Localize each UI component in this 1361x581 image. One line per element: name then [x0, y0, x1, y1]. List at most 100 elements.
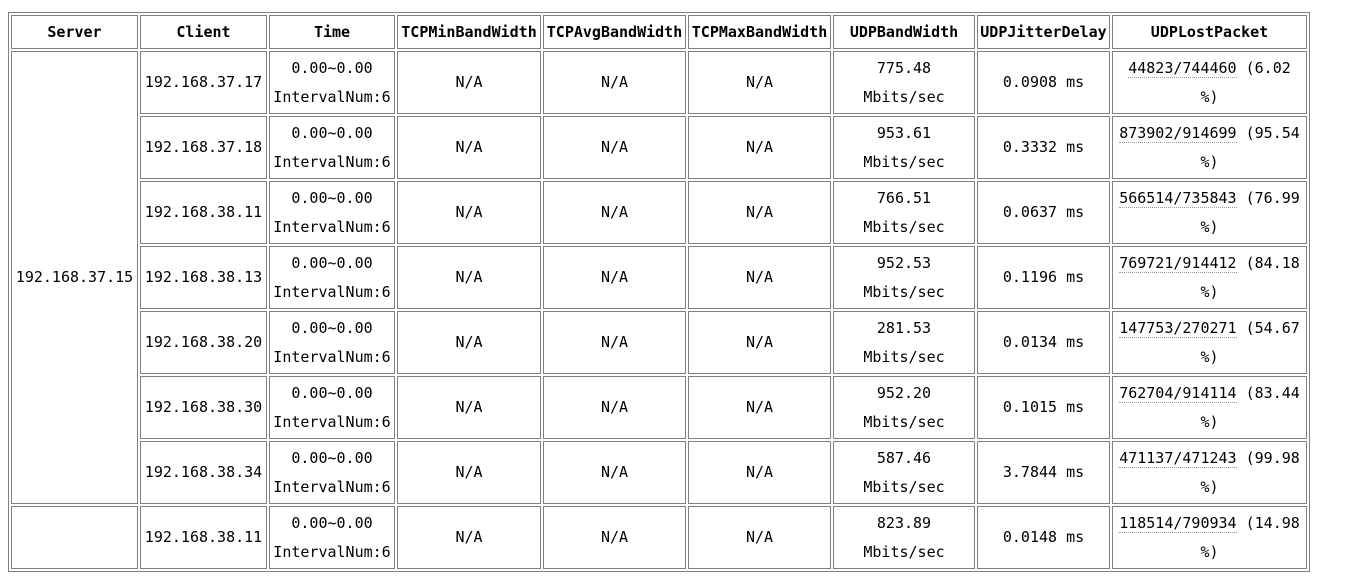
header-time: Time: [269, 15, 395, 49]
tcp-max-bandwidth-cell: N/A: [688, 116, 831, 179]
lost-packet-count: 118514/790934: [1119, 513, 1237, 533]
lost-packet-line: 118514/790934 (14.98: [1114, 509, 1305, 538]
header-server: Server: [11, 15, 138, 49]
udp-bandwidth-value: 766.51: [876, 188, 932, 207]
tcp-max-bandwidth-cell: N/A: [688, 181, 831, 244]
time-cell: 0.00~0.00 IntervalNum:6: [269, 181, 395, 244]
lost-packet-percent: (95.54: [1245, 123, 1300, 142]
lost-packet-percent: (84.18: [1245, 253, 1300, 272]
interval-num-text: IntervalNum:6: [273, 347, 391, 366]
server-cell: 192.168.37.15: [11, 51, 138, 504]
udp-bandwidth-unit: Mbits/sec: [863, 542, 945, 561]
udp-bandwidth-value: 775.48: [876, 58, 932, 77]
time-range-text: 0.00~0.00: [291, 123, 373, 142]
time-cell: 0.00~0.00 IntervalNum:6: [269, 506, 395, 569]
tcp-avg-bandwidth-cell: N/A: [543, 506, 686, 569]
interval-num-text: IntervalNum:6: [273, 542, 391, 561]
udp-lost-packet-cell: 762704/914114 (83.44%): [1112, 376, 1307, 439]
tcp-avg-bandwidth-cell: N/A: [543, 246, 686, 309]
client-cell: 192.168.37.18: [140, 116, 267, 179]
lost-packet-percent-suffix: %): [1200, 347, 1219, 366]
udp-lost-packet-cell: 118514/790934 (14.98%): [1112, 506, 1307, 569]
tcp-avg-bandwidth-cell: N/A: [543, 181, 686, 244]
time-range-text: 0.00~0.00: [291, 188, 373, 207]
lost-packet-count: 147753/270271: [1119, 318, 1237, 338]
server-cell: [11, 506, 138, 569]
time-range-text: 0.00~0.00: [291, 448, 373, 467]
udp-bandwidth-unit: Mbits/sec: [863, 347, 945, 366]
lost-packet-percent: (83.44: [1245, 383, 1300, 402]
udp-bandwidth-cell: 953.61 Mbits/sec: [833, 116, 975, 179]
udp-bandwidth-value: 587.46: [876, 448, 932, 467]
lost-packet-line: 566514/735843 (76.99: [1114, 184, 1305, 213]
report-body: 192.168.37.15 192.168.37.17 0.00~0.00 Inter…: [11, 51, 1307, 569]
udp-bandwidth-value: 823.89: [876, 513, 932, 532]
time-range-text: 0.00~0.00: [291, 383, 373, 402]
header-udp-jitter-delay: UDPJitterDelay: [977, 15, 1110, 49]
tcp-min-bandwidth-cell: N/A: [397, 311, 541, 374]
udp-bandwidth-unit: Mbits/sec: [863, 87, 945, 106]
lost-packet-percent: (76.99: [1245, 188, 1300, 207]
tcp-min-bandwidth-cell: N/A: [397, 441, 541, 504]
lost-packet-count: 769721/914412: [1119, 253, 1237, 273]
table-row: 192.168.38.34 0.00~0.00 IntervalNum:6 N/A N/…: [11, 441, 1307, 504]
table-row: 192.168.38.30 0.00~0.00 IntervalNum:6 N/A N/…: [11, 376, 1307, 439]
table-row: 192.168.38.11 0.00~0.00 IntervalNum:6 N/A N/…: [11, 506, 1307, 569]
tcp-max-bandwidth-cell: N/A: [688, 311, 831, 374]
lost-packet-count: 471137/471243: [1119, 448, 1237, 468]
tcp-max-bandwidth-cell: N/A: [688, 376, 831, 439]
udp-jitter-delay-cell: 0.3332 ms: [977, 116, 1110, 179]
lost-packet-line: 147753/270271 (54.67: [1114, 314, 1305, 343]
lost-packet-line: 762704/914114 (83.44: [1114, 379, 1305, 408]
tcp-avg-bandwidth-cell: N/A: [543, 441, 686, 504]
udp-bandwidth-value: 952.20: [876, 383, 932, 402]
lost-packet-line: 873902/914699 (95.54: [1114, 119, 1305, 148]
interval-num-text: IntervalNum:6: [273, 217, 391, 236]
udp-bandwidth-unit: Mbits/sec: [863, 152, 945, 171]
time-cell: 0.00~0.00 IntervalNum:6: [269, 376, 395, 439]
lost-packet-percent-suffix: %): [1200, 282, 1219, 301]
client-cell: 192.168.37.17: [140, 51, 267, 114]
tcp-max-bandwidth-cell: N/A: [688, 506, 831, 569]
header-tcp-min-bandwidth: TCPMinBandWidth: [397, 15, 541, 49]
tcp-min-bandwidth-cell: N/A: [397, 376, 541, 439]
udp-bandwidth-value: 281.53: [876, 318, 932, 337]
udp-jitter-delay-cell: 0.1015 ms: [977, 376, 1110, 439]
header-tcp-max-bandwidth: TCPMaxBandWidth: [688, 15, 831, 49]
time-range-text: 0.00~0.00: [291, 58, 373, 77]
time-cell: 0.00~0.00 IntervalNum:6: [269, 116, 395, 179]
lost-packet-line: 44823/744460 (6.02: [1114, 54, 1305, 83]
udp-lost-packet-cell: 44823/744460 (6.02%): [1112, 51, 1307, 114]
udp-bandwidth-unit: Mbits/sec: [863, 477, 945, 496]
lost-packet-percent: (6.02: [1245, 58, 1291, 77]
udp-bandwidth-cell: 587.46 Mbits/sec: [833, 441, 975, 504]
udp-jitter-delay-cell: 0.0908 ms: [977, 51, 1110, 114]
udp-lost-packet-cell: 873902/914699 (95.54%): [1112, 116, 1307, 179]
udp-jitter-delay-cell: 0.0637 ms: [977, 181, 1110, 244]
table-row: 192.168.37.15 192.168.37.17 0.00~0.00 Inter…: [11, 51, 1307, 504]
client-cell: 192.168.38.34: [140, 441, 267, 504]
udp-jitter-delay-cell: 0.0134 ms: [977, 311, 1110, 374]
interval-num-text: IntervalNum:6: [273, 87, 391, 106]
udp-bandwidth-cell: 766.51 Mbits/sec: [833, 181, 975, 244]
time-cell: 0.00~0.00 IntervalNum:6: [269, 311, 395, 374]
client-cell: 192.168.38.30: [140, 376, 267, 439]
udp-bandwidth-cell: 952.20 Mbits/sec: [833, 376, 975, 439]
tcp-min-bandwidth-cell: N/A: [397, 51, 541, 114]
interval-num-text: IntervalNum:6: [273, 282, 391, 301]
lost-packet-percent: (14.98: [1245, 513, 1300, 532]
udp-lost-packet-cell: 769721/914412 (84.18%): [1112, 246, 1307, 309]
lost-packet-line: 471137/471243 (99.98: [1114, 444, 1305, 473]
client-cell: 192.168.38.11: [140, 181, 267, 244]
udp-lost-packet-cell: 471137/471243 (99.98%): [1112, 441, 1307, 504]
header-client: Client: [140, 15, 267, 49]
lost-packet-percent-suffix: %): [1200, 152, 1219, 171]
lost-packet-percent: (54.67: [1245, 318, 1300, 337]
udp-bandwidth-unit: Mbits/sec: [863, 217, 945, 236]
header-row: Server Client Time TCPMinBandWidth TCPAv…: [11, 15, 1307, 49]
time-cell: 0.00~0.00 IntervalNum:6: [269, 51, 395, 114]
udp-bandwidth-value: 953.61: [876, 123, 932, 142]
client-cell: 192.168.38.20: [140, 311, 267, 374]
lost-packet-line: 769721/914412 (84.18: [1114, 249, 1305, 278]
udp-bandwidth-cell: 775.48 Mbits/sec: [833, 51, 975, 114]
